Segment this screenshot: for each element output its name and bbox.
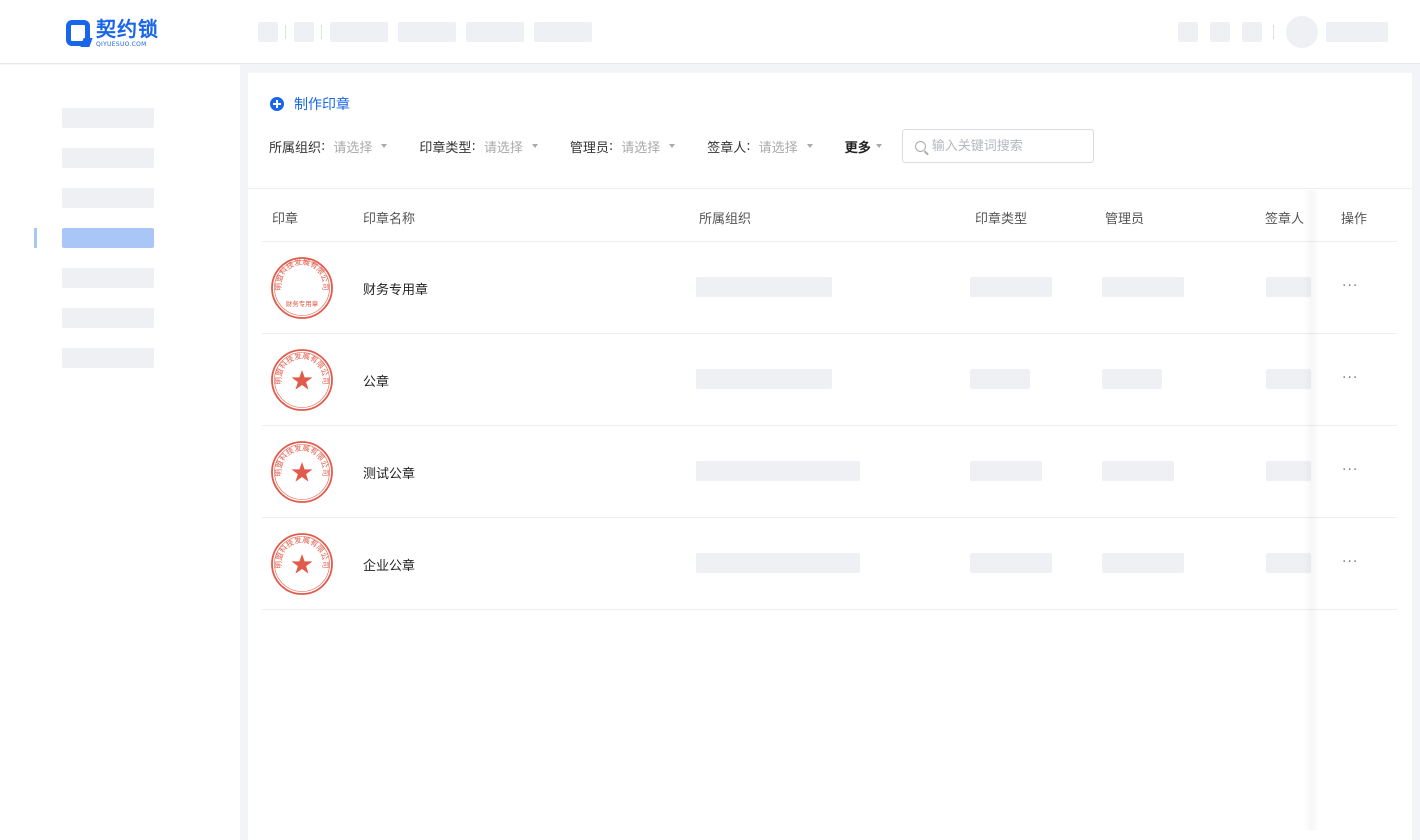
filter-signer[interactable]: 签章人: 请选择 <box>707 137 813 156</box>
filter-signer-value: 请选择 <box>758 140 798 156</box>
star-icon <box>291 370 313 390</box>
seal-type-placeholder <box>970 553 1052 573</box>
admin-placeholder <box>1102 461 1174 481</box>
caret-down-icon <box>875 144 882 148</box>
search-box[interactable] <box>901 129 1094 163</box>
seal-type-placeholder <box>970 277 1052 297</box>
header-divider <box>1273 25 1274 39</box>
filter-admin-value: 请选择 <box>621 140 661 156</box>
caret-down-icon <box>669 144 676 148</box>
header-tool-placeholder[interactable] <box>1242 22 1262 42</box>
more-actions-icon[interactable]: ··· <box>1342 462 1358 478</box>
seal-image: 明盟科技发展有限公司 <box>271 533 333 595</box>
column-header-signer: 签章人 <box>1265 212 1305 227</box>
filter-seal-type-value: 请选择 <box>483 140 523 156</box>
seal-list-panel: 制作印章 所属组织: 请选择 印章类型: 请选择 管理员: 请选择 签章人: 请… <box>248 73 1412 840</box>
username-placeholder[interactable] <box>1326 22 1388 42</box>
column-header-organization: 所属组织 <box>699 212 752 227</box>
organization-placeholder <box>696 369 832 389</box>
sidebar-item[interactable] <box>62 108 154 128</box>
nav-placeholder[interactable] <box>258 22 278 42</box>
organization-placeholder <box>696 277 832 297</box>
seal-image: 明盟科技发展有限公司 <box>271 349 333 411</box>
more-filters-button[interactable]: 更多 <box>845 137 882 156</box>
search-icon <box>914 140 926 152</box>
caret-down-icon <box>806 144 813 148</box>
nav-placeholder[interactable] <box>534 22 592 42</box>
caret-down-icon <box>381 144 388 148</box>
sidebar <box>0 65 240 840</box>
sidebar-item-active[interactable] <box>62 228 154 248</box>
more-actions-icon[interactable]: ··· <box>1342 370 1358 386</box>
top-header: 契约锁 QIYUESUO.COM <box>0 0 1420 64</box>
nav-placeholder[interactable] <box>294 22 314 42</box>
logo[interactable]: 契约锁 QIYUESUO.COM <box>66 17 159 49</box>
svg-text:明盟科技发展有限公司: 明盟科技发展有限公司 <box>274 256 330 290</box>
sidebar-active-indicator <box>34 228 37 248</box>
seal-name: 财务专用章 <box>363 283 429 298</box>
organization-placeholder <box>696 461 860 481</box>
table-row[interactable]: 明盟科技发展有限公司 财务专用章 财务专用章 ··· <box>262 242 1397 334</box>
nav-divider <box>321 25 322 39</box>
fixed-column-shadow <box>1303 190 1311 830</box>
filter-bar: 所属组织: 请选择 印章类型: 请选择 管理员: 请选择 签章人: 请选择 更多 <box>269 129 1094 163</box>
admin-placeholder <box>1102 553 1184 573</box>
filter-organization-value: 请选择 <box>333 140 373 156</box>
nav-divider <box>285 25 286 39</box>
seal-image: 明盟科技发展有限公司 财务专用章 <box>271 256 333 319</box>
nav-placeholder[interactable] <box>398 22 456 42</box>
column-header-admin: 管理员 <box>1105 212 1145 227</box>
admin-placeholder <box>1102 277 1184 297</box>
column-header-seal-type: 印章类型 <box>975 212 1028 227</box>
table-row[interactable]: 明盟科技发展有限公司 企业公章 ··· <box>262 518 1397 610</box>
create-seal-label: 制作印章 <box>294 97 350 113</box>
column-header-seal-name: 印章名称 <box>363 212 416 227</box>
column-header-seal: 印章 <box>272 212 299 227</box>
seal-table: 印章 印章名称 所属组织 印章类型 管理员 签章人 操作 明盟科技发展有限公司 … <box>262 190 1397 610</box>
sidebar-item[interactable] <box>62 148 154 168</box>
seal-type-placeholder <box>970 461 1042 481</box>
seal-name: 企业公章 <box>363 559 416 574</box>
table-row[interactable]: 明盟科技发展有限公司 公章 ··· <box>262 334 1397 426</box>
panel-divider <box>248 188 1412 189</box>
fixed-column-shadow <box>1311 190 1319 830</box>
filter-admin[interactable]: 管理员: 请选择 <box>570 137 676 156</box>
plus-circle-icon <box>270 97 284 111</box>
organization-placeholder <box>696 553 860 573</box>
seal-image: 明盟科技发展有限公司 <box>271 441 333 503</box>
svg-text:财务专用章: 财务专用章 <box>286 299 319 308</box>
caret-down-icon <box>531 144 538 148</box>
nav-placeholder[interactable] <box>466 22 524 42</box>
table-header: 印章 印章名称 所属组织 印章类型 管理员 签章人 操作 <box>262 190 1397 242</box>
table-row[interactable]: 明盟科技发展有限公司 测试公章 ··· <box>262 426 1397 518</box>
sidebar-item[interactable] <box>62 268 154 288</box>
more-actions-icon[interactable]: ··· <box>1342 278 1358 294</box>
seal-name: 测试公章 <box>363 467 416 482</box>
create-seal-button[interactable]: 制作印章 <box>270 94 350 114</box>
filter-seal-type[interactable]: 印章类型: 请选择 <box>419 137 538 156</box>
admin-placeholder <box>1102 369 1162 389</box>
filter-organization[interactable]: 所属组织: 请选择 <box>269 137 388 156</box>
header-tool-placeholder[interactable] <box>1210 22 1230 42</box>
logo-mark-icon <box>66 20 90 46</box>
header-tool-placeholder[interactable] <box>1178 22 1198 42</box>
seal-name: 公章 <box>363 375 390 390</box>
nav-placeholder[interactable] <box>330 22 388 42</box>
logo-title: 契约锁 <box>96 16 159 41</box>
seal-type-placeholder <box>970 369 1030 389</box>
star-icon <box>291 462 313 482</box>
sidebar-item[interactable] <box>62 188 154 208</box>
star-icon <box>291 554 313 574</box>
sidebar-item[interactable] <box>62 308 154 328</box>
column-header-actions: 操作 <box>1341 212 1368 227</box>
sidebar-item[interactable] <box>62 348 154 368</box>
search-input[interactable] <box>931 138 1082 154</box>
more-actions-icon[interactable]: ··· <box>1342 554 1358 570</box>
logo-subtitle: QIYUESUO.COM <box>96 40 147 48</box>
avatar[interactable] <box>1286 16 1318 48</box>
